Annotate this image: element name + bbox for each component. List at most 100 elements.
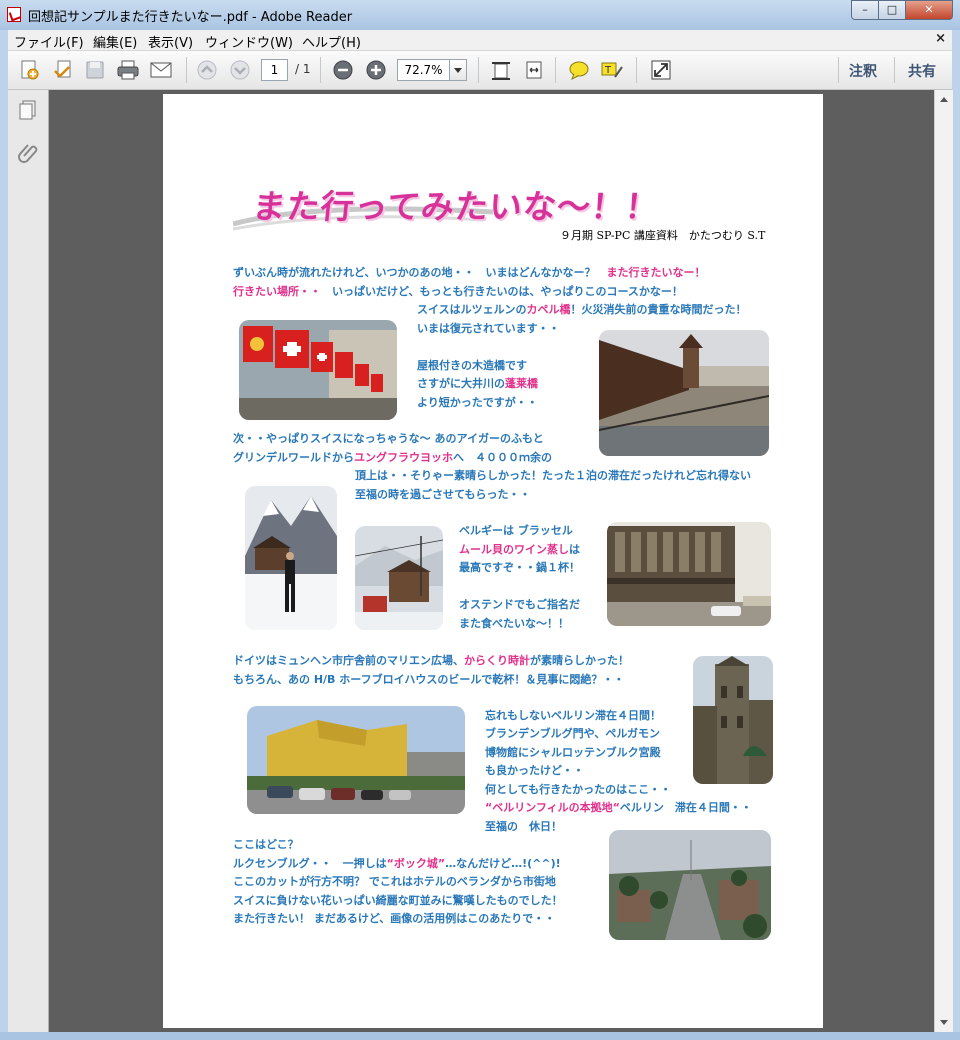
body-text: ！火災消失前の貴重な時間だった！ [570, 303, 747, 316]
text-line: “ベルリンフィルの本拠地“ベルリン 滞在４日間・・ [485, 801, 752, 815]
text-line: もちろん、あの H/B ホーフブロイハウスのビールで乾杯！＆見事に悶絶？・・ [233, 673, 624, 687]
attachments-panel-icon[interactable] [16, 140, 40, 164]
brussels-station-photo [607, 522, 771, 626]
highlight-text: 蓬莱橋 [505, 377, 538, 390]
save-icon[interactable] [82, 57, 108, 83]
full-screen-icon[interactable] [648, 57, 674, 83]
body-text: また食べたいな～！！ [459, 617, 569, 630]
scroll-up-arrow-icon[interactable] [935, 90, 953, 108]
create-pdf-icon[interactable] [16, 57, 42, 83]
text-line: 行きたい場所・・ いっぱいだけど、もっとも行きたいのは、やっぱりこのコースかなー… [233, 285, 683, 299]
toolbar: 1 / 1 72.7% T 注釈 共有 [8, 51, 952, 90]
body-text: へ ４０００ｍ余の [453, 451, 552, 464]
fit-width-icon[interactable] [521, 57, 547, 83]
toolbar-separator [636, 57, 637, 83]
text-line: 次・・やっぱりスイスになっちゃうな～ あのアイガーのふもと [233, 432, 544, 446]
document-subheading: ９月期 SP-PC 講座資料 かたつむり S.T [560, 229, 766, 242]
next-page-icon[interactable] [227, 57, 253, 83]
text-line: 至福の時を過ごさせてもらった・・ [355, 488, 530, 502]
toolbar-separator [555, 57, 556, 83]
body-text: ここのカットが行方不明？ でこれはホテルのベランダから市街地 [233, 875, 556, 888]
title-bar[interactable]: 回想記サンプルまた行きたいなー.pdf - Adobe Reader – □ ✕ [0, 0, 960, 30]
body-text: いまは復元されています・・ [417, 322, 560, 335]
document-headline: また行ってみたいな～！！ [250, 187, 662, 226]
share-pane-button[interactable]: 共有 [908, 61, 936, 81]
text-line: グリンデルワールドからユングフラウヨッホへ ４０００ｍ余の [233, 451, 552, 465]
body-text: オステンドでもご指名だ [459, 598, 580, 611]
toolbar-separator [838, 57, 839, 83]
previous-page-icon[interactable] [194, 57, 220, 83]
zoom-dropdown-icon[interactable] [449, 59, 467, 81]
text-line: より短かったですが・・ [417, 396, 538, 410]
menu-help[interactable]: ヘルプ(H) [302, 32, 361, 51]
body-text: 至福の時を過ごさせてもらった・・ [355, 488, 531, 501]
sticky-note-icon[interactable] [566, 57, 592, 83]
toolbar-separator [320, 57, 321, 83]
scroll-down-arrow-icon[interactable] [935, 1014, 953, 1032]
pages-panel-icon[interactable] [16, 98, 40, 122]
document-viewport[interactable]: また行ってみたいな～！！ ９月期 SP-PC 講座資料 かたつむり S.T ずい… [49, 90, 934, 1032]
highlight-text: “ベルリンフィルの本拠地“ [485, 801, 620, 814]
text-line: ここはどこ？ [233, 838, 299, 852]
body-text: いっぱいだけど、もっとも行きたいのは、やっぱりこのコースかなー！ [321, 285, 683, 298]
chapel-bridge-photo [599, 330, 769, 456]
comment-pane-button[interactable]: 注釈 [849, 61, 877, 81]
menu-edit[interactable]: 編集(E) [93, 32, 137, 51]
zoom-in-icon[interactable] [363, 57, 389, 83]
text-line: 至福の 休日！ [485, 820, 562, 834]
zoom-level-input[interactable]: 72.7% [397, 59, 449, 81]
text-line: さすがに大井川の蓬莱橋 [417, 377, 538, 391]
body-text: 次・・やっぱりスイスになっちゃうな～ あのアイガーのふもと [233, 432, 544, 445]
pdf-app-icon [7, 7, 21, 22]
text-line: 忘れもしないベルリン滞在４日間！ [485, 709, 661, 723]
body-text: スイスはルツェルンの [417, 303, 527, 316]
berlin-philharmonie-photo [247, 706, 465, 814]
body-text: 忘れもしないベルリン滞在４日間！ [485, 709, 661, 722]
text-line: オステンドでもご指名だ [459, 598, 580, 612]
text-line: ルクセンブルグ・・ 一押しは“ボック城”…なんだけど…!(^^)! [233, 857, 561, 871]
body-text: ベルリン 滞在４日間・・ [619, 801, 752, 814]
menu-window[interactable]: ウィンドウ(W) [205, 32, 293, 51]
body-text: 頂上は・・そりゃー素晴らしかった！たった１泊の滞在だったけれど忘れ得ない [355, 469, 751, 482]
swiss-flags-photo [239, 320, 397, 420]
menu-view[interactable]: 表示(V) [148, 32, 193, 51]
text-line: いまは復元されています・・ [417, 322, 560, 336]
text-line: また食べたいな～！！ [459, 617, 569, 631]
text-line: ムール貝のワイン蒸しは [459, 543, 580, 557]
body-text: は [569, 543, 580, 556]
body-text: スイスに負けない花いっぱい綺麗な町並みに驚嘆したものでした！ [233, 894, 563, 907]
close-window-button[interactable]: ✕ [905, 0, 953, 20]
pdf-page: また行ってみたいな～！！ ９月期 SP-PC 講座資料 かたつむり S.T ずい… [163, 94, 823, 1028]
edit-document-icon[interactable] [50, 57, 76, 83]
close-document-icon[interactable]: × [935, 31, 946, 46]
zoom-out-icon[interactable] [330, 57, 356, 83]
text-line: 屋根付きの木造橋です [417, 359, 527, 373]
page-number-input[interactable]: 1 [261, 59, 288, 81]
app-window: 回想記サンプルまた行きたいなー.pdf - Adobe Reader – □ ✕… [0, 0, 960, 1040]
body-text: さすがに大井川の [417, 377, 505, 390]
text-line: 最高ですぞ・・鍋１杯！ [459, 561, 580, 575]
body-text: 至福の 休日！ [485, 820, 562, 833]
highlight-text: ユングフラウヨッホ [354, 451, 453, 464]
body-text: 何としても行きたかったのはここ・・ [485, 783, 672, 796]
text-line: スイスはルツェルンのカペル橋！火災消失前の貴重な時間だった！ [417, 303, 746, 317]
print-icon[interactable] [115, 57, 141, 83]
menu-file[interactable]: ファイル(F) [14, 32, 84, 51]
maximize-button[interactable]: □ [878, 0, 906, 20]
body-text: ドイツはミュンヘン市庁舎前のマリエン広場、 [233, 654, 464, 667]
highlight-text-icon[interactable]: T [599, 57, 625, 83]
toolbar-separator [478, 57, 479, 83]
vertical-scrollbar[interactable] [934, 90, 953, 1032]
highlight-text: からくり時計 [464, 654, 530, 667]
email-icon[interactable] [148, 57, 174, 83]
body-text: より短かったですが・・ [417, 396, 538, 409]
body-text: ブランデンブルグ門や、ペルガモン [485, 727, 661, 740]
page-total: / 1 [295, 62, 311, 76]
text-line: また行きたい！ まだあるけど、画像の活用例はこのあたりで・・ [233, 912, 555, 926]
body-text: 最高ですぞ・・鍋１杯！ [459, 561, 580, 574]
fit-page-icon[interactable] [488, 57, 514, 83]
body-text: グリンデルワールドから [233, 451, 354, 464]
body-text: 博物館にシャルロッテンブルク宮殿 [485, 746, 661, 759]
minimize-button[interactable]: – [851, 0, 879, 20]
munich-town-hall-photo [693, 656, 773, 784]
